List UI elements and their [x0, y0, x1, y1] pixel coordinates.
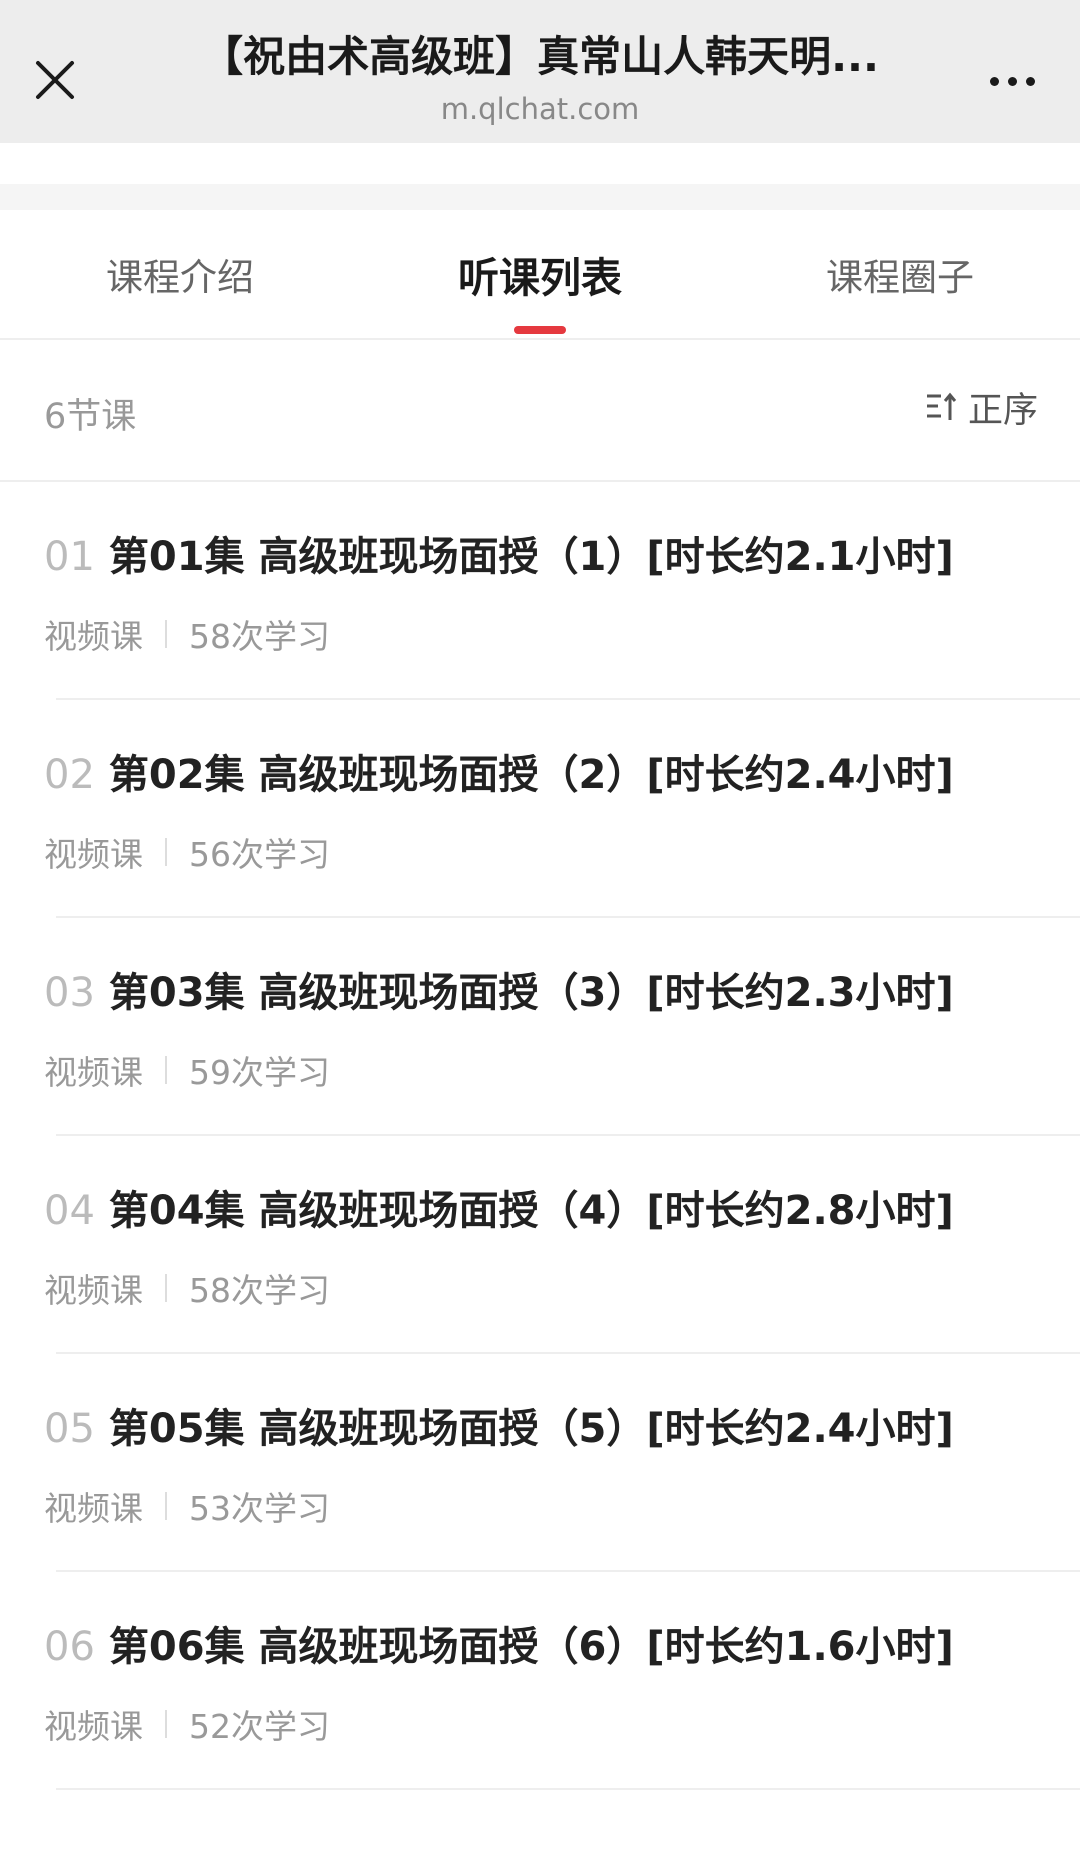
lesson-type: 视频课 — [44, 835, 143, 874]
lesson-title: 第02集 高级班现场面授（2）[时长约2.4小时] — [108, 752, 954, 798]
browser-topbar: 【祝由术高级班】真常山人韩天明... m.qlchat.com — [0, 0, 1080, 143]
lesson-number: 05 — [44, 1406, 95, 1452]
lesson-title: 第03集 高级班现场面授（3）[时长约2.3小时] — [108, 970, 954, 1016]
lesson-meta: 视频课 52次学习 — [44, 1700, 330, 1748]
lesson-title: 第06集 高级班现场面授（6）[时长约1.6小时] — [108, 1624, 954, 1670]
sort-label: 正序 — [967, 390, 1038, 431]
list-header: 6节课 正序 — [0, 340, 1080, 482]
lesson-title: 第05集 高级班现场面授（5）[时长约2.4小时] — [108, 1406, 954, 1452]
meta-divider — [165, 1492, 167, 1520]
lesson-number: 02 — [44, 752, 95, 798]
page-title: 【祝由术高级班】真常山人韩天明... — [201, 32, 879, 81]
list-item[interactable]: 05 第05集 高级班现场面授（5）[时长约2.4小时] 视频课 53次学习 — [0, 1354, 1080, 1572]
close-button[interactable] — [30, 55, 80, 105]
lesson-number: 06 — [44, 1624, 95, 1670]
list-item[interactable]: 02 第02集 高级班现场面授（2）[时长约2.4小时] 视频课 56次学习 — [0, 700, 1080, 918]
lesson-title-row: 06 第06集 高级班现场面授（6）[时长约1.6小时] — [44, 1622, 954, 1672]
tab-course-intro[interactable]: 课程介绍 — [0, 210, 360, 338]
section-divider — [0, 184, 1080, 210]
lesson-meta: 视频课 53次学习 — [44, 1482, 330, 1530]
sort-icon — [926, 392, 957, 420]
lesson-views: 58次学习 — [189, 617, 330, 656]
tab-lesson-list[interactable]: 听课列表 — [360, 210, 720, 338]
tab-bar: 课程介绍 听课列表 课程圈子 — [0, 210, 1080, 340]
lesson-title-row: 02 第02集 高级班现场面授（2）[时长约2.4小时] — [44, 750, 954, 800]
lesson-meta: 视频课 58次学习 — [44, 610, 330, 658]
meta-divider — [165, 838, 167, 866]
lesson-meta: 视频课 56次学习 — [44, 828, 330, 876]
lesson-list: 01 第01集 高级班现场面授（1）[时长约2.1小时] 视频课 58次学习 02… — [0, 482, 1080, 1790]
tab-course-circle[interactable]: 课程圈子 — [720, 210, 1080, 338]
lesson-title-row: 05 第05集 高级班现场面授（5）[时长约2.4小时] — [44, 1404, 954, 1454]
lesson-views: 52次学习 — [189, 1707, 330, 1746]
more-icon — [989, 76, 999, 86]
meta-divider — [165, 1274, 167, 1302]
meta-divider — [165, 1710, 167, 1738]
lesson-count: 6节课 — [44, 397, 137, 437]
lesson-meta: 视频课 59次学习 — [44, 1046, 330, 1094]
lesson-type: 视频课 — [44, 1271, 143, 1310]
lesson-title: 第01集 高级班现场面授（1）[时长约2.1小时] — [108, 534, 954, 580]
meta-divider — [165, 620, 167, 648]
sort-button[interactable]: 正序 — [924, 384, 1038, 431]
lesson-title-row: 04 第04集 高级班现场面授（4）[时长约2.8小时] — [44, 1186, 954, 1236]
lesson-views: 53次学习 — [189, 1489, 330, 1528]
lesson-views: 56次学习 — [189, 835, 330, 874]
meta-divider — [165, 1056, 167, 1084]
list-item[interactable]: 01 第01集 高级班现场面授（1）[时长约2.1小时] 视频课 58次学习 — [0, 482, 1080, 700]
lesson-type: 视频课 — [44, 1053, 143, 1092]
page-domain: m.qlchat.com — [440, 92, 640, 126]
lesson-title-row: 03 第03集 高级班现场面授（3）[时长约2.3小时] — [44, 968, 954, 1018]
active-tab-indicator — [514, 326, 566, 334]
title-block: 【祝由术高级班】真常山人韩天明... m.qlchat.com — [150, 24, 930, 126]
lesson-number: 01 — [44, 534, 95, 580]
close-icon — [36, 61, 74, 99]
lesson-number: 03 — [44, 970, 95, 1016]
lesson-type: 视频课 — [44, 617, 143, 656]
lesson-title-row: 01 第01集 高级班现场面授（1）[时长约2.1小时] — [44, 532, 954, 582]
more-button[interactable] — [980, 56, 1044, 106]
lesson-type: 视频课 — [44, 1489, 143, 1528]
lesson-views: 59次学习 — [189, 1053, 330, 1092]
lesson-meta: 视频课 58次学习 — [44, 1264, 330, 1312]
list-item[interactable]: 04 第04集 高级班现场面授（4）[时长约2.8小时] 视频课 58次学习 — [0, 1136, 1080, 1354]
list-item[interactable]: 06 第06集 高级班现场面授（6）[时长约1.6小时] 视频课 52次学习 — [0, 1572, 1080, 1790]
lesson-title: 第04集 高级班现场面授（4）[时长约2.8小时] — [108, 1188, 954, 1234]
lesson-number: 04 — [44, 1188, 95, 1234]
lesson-type: 视频课 — [44, 1707, 143, 1746]
list-item[interactable]: 03 第03集 高级班现场面授（3）[时长约2.3小时] 视频课 59次学习 — [0, 918, 1080, 1136]
lesson-views: 58次学习 — [189, 1271, 330, 1310]
more-icon — [1025, 76, 1035, 86]
more-icon — [1007, 76, 1017, 86]
